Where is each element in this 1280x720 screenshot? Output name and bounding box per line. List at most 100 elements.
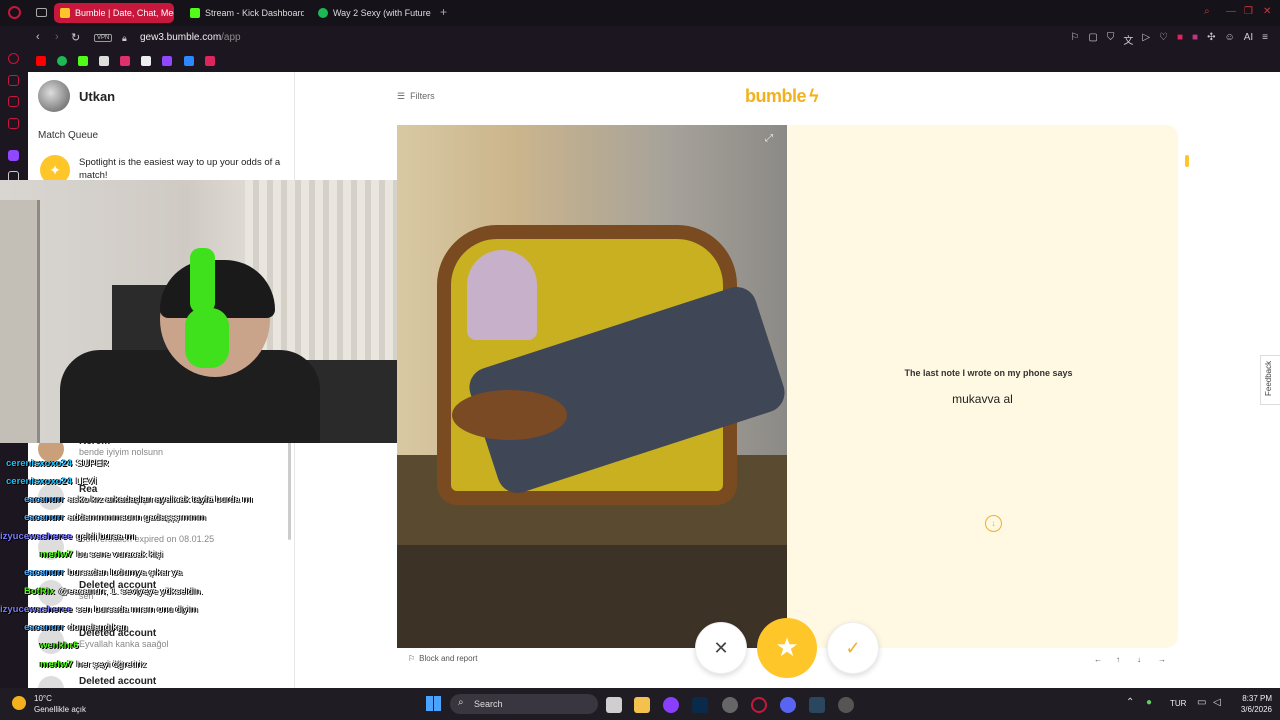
discord-icon[interactable] bbox=[780, 697, 796, 713]
bumble-favicon-icon bbox=[60, 8, 70, 18]
tab-label: Bumble | Date, Chat, Meet bbox=[75, 8, 174, 18]
start-icon[interactable] bbox=[426, 696, 441, 711]
volume-icon[interactable]: ◁ bbox=[1213, 697, 1221, 708]
reload-icon[interactable]: ↻ bbox=[71, 31, 80, 44]
minimize-icon[interactable]: — bbox=[1226, 6, 1236, 17]
username[interactable]: Utkan bbox=[79, 89, 115, 104]
chat-username: cerenisxoxo24 bbox=[6, 476, 73, 487]
bookmark-icon[interactable]: ⚐ bbox=[1070, 32, 1079, 47]
tiktok-icon[interactable] bbox=[141, 56, 151, 66]
chrome-icon[interactable] bbox=[722, 697, 738, 713]
ai-button[interactable]: AI bbox=[1244, 32, 1253, 47]
mic-icon[interactable]: ● bbox=[1146, 697, 1152, 708]
filters-button[interactable]: ☰ Filters bbox=[397, 91, 435, 102]
app-icon[interactable] bbox=[663, 697, 679, 713]
translate-icon[interactable]: 文 bbox=[1123, 32, 1133, 47]
photoshop-icon[interactable] bbox=[692, 697, 708, 713]
obs-icon[interactable] bbox=[838, 697, 854, 713]
taskbar-search[interactable]: ⌕ Search bbox=[450, 694, 598, 714]
avatar[interactable] bbox=[38, 80, 70, 112]
superswipe-button[interactable]: ★ bbox=[757, 618, 817, 678]
profile-photo[interactable]: ⤢ bbox=[397, 125, 787, 648]
vpn-badge[interactable]: VPN bbox=[94, 34, 113, 42]
bumble-logo[interactable]: bumble ϟ bbox=[745, 86, 819, 107]
profile-icon[interactable]: ☺ bbox=[1224, 32, 1234, 47]
spotify-favicon-icon bbox=[318, 8, 328, 18]
tab-list-icon[interactable] bbox=[36, 8, 47, 17]
photo-table bbox=[452, 390, 567, 440]
messenger-icon[interactable] bbox=[184, 56, 194, 66]
weather-desc: Genellikle açık bbox=[34, 705, 87, 714]
chat-message: izyucewasheree sen bursada mısın onu diyi… bbox=[0, 604, 198, 615]
expand-icon[interactable]: ⤢ bbox=[765, 133, 773, 144]
tab-label: Stream - Kick Dashboard bbox=[205, 8, 304, 18]
messenger-sidebar-icon[interactable] bbox=[8, 96, 19, 107]
instagram-sidebar-icon[interactable] bbox=[8, 118, 19, 129]
pass-button[interactable]: ✕ bbox=[695, 622, 747, 674]
address-bar: ‹ › ↻ VPN 🔒︎ gew3.bumble.com/app ⚐ ▢ ⛉ 文… bbox=[0, 26, 1280, 50]
chat-message: eacanurr asko kız arkadaşları ayalicak ta… bbox=[24, 494, 253, 505]
block-report-button[interactable]: ⚐ Block and report bbox=[408, 654, 477, 663]
heart-icon[interactable]: ♡ bbox=[1159, 32, 1168, 47]
url-domain: gew3.bumble.com bbox=[140, 32, 222, 43]
aria-icon[interactable] bbox=[8, 53, 19, 64]
tab-bumble[interactable]: Bumble | Date, Chat, Meet bbox=[54, 3, 174, 23]
explorer-icon[interactable] bbox=[634, 697, 650, 713]
chat-message: cerenisxoxo24 SUPER bbox=[6, 458, 109, 469]
prompt-answer: mukavva al bbox=[952, 392, 1013, 406]
new-tab-icon[interactable]: + bbox=[440, 5, 447, 19]
tab-spotify[interactable]: Way 2 Sexy (with Future & bbox=[312, 3, 432, 23]
weather-widget[interactable]: 10°C Genellikle açık bbox=[34, 693, 86, 715]
kick-icon[interactable] bbox=[78, 56, 88, 66]
clock[interactable]: 8:37 PM 3/6/2026 bbox=[1234, 693, 1272, 715]
menu-icon[interactable]: ≡ bbox=[1262, 32, 1268, 47]
sidebar-app-icon[interactable] bbox=[8, 75, 19, 86]
profile-scroll-indicator bbox=[1185, 155, 1189, 167]
twitch-icon[interactable] bbox=[162, 56, 172, 66]
x-icon[interactable] bbox=[99, 56, 109, 66]
chat-text: LEVİ bbox=[76, 476, 97, 487]
spotify-icon[interactable] bbox=[57, 56, 67, 66]
youtube-icon[interactable] bbox=[36, 56, 46, 66]
chat-username: wenkhr6 bbox=[40, 640, 79, 651]
app-icon[interactable] bbox=[205, 56, 215, 66]
close-window-icon[interactable]: ✕ bbox=[1263, 6, 1271, 17]
extension-icon[interactable]: ■ bbox=[1192, 32, 1198, 47]
language-indicator[interactable]: TUR bbox=[1170, 699, 1186, 708]
opera-logo-icon[interactable] bbox=[8, 6, 21, 19]
shield-icon[interactable]: ⛉ bbox=[1107, 32, 1115, 47]
feedback-tab[interactable]: Feedback bbox=[1260, 355, 1280, 405]
url-field[interactable]: gew3.bumble.com/app bbox=[140, 32, 241, 43]
instagram-icon[interactable] bbox=[120, 56, 130, 66]
puzzle-icon[interactable]: ✣ bbox=[1207, 32, 1215, 47]
network-icon[interactable]: ▭ bbox=[1197, 697, 1206, 708]
tray-chevron-icon[interactable]: ⌃ bbox=[1126, 697, 1134, 708]
filters-icon: ☰ bbox=[397, 91, 406, 101]
scroll-down-icon[interactable]: ↓ bbox=[985, 515, 1002, 532]
search-tabs-icon[interactable]: ⌕ bbox=[1204, 6, 1210, 17]
lock-icon: 🔒︎ bbox=[122, 33, 127, 43]
snapshot-icon[interactable]: ▢ bbox=[1088, 32, 1097, 47]
twitch-sidebar-icon[interactable] bbox=[8, 150, 19, 161]
filters-label: Filters bbox=[410, 91, 435, 101]
weather-icon[interactable] bbox=[12, 696, 26, 710]
chat-username: merlw7 bbox=[40, 549, 73, 560]
chat-message: BotRix @eacanurr, 1. seviyeye yükseldin. bbox=[24, 586, 203, 597]
forward-icon[interactable]: › bbox=[55, 31, 59, 43]
chat-text: domalandıkan bbox=[68, 622, 128, 633]
maximize-icon[interactable]: ❐ bbox=[1244, 6, 1253, 17]
back-icon[interactable]: ‹ bbox=[36, 31, 40, 43]
key-right-hint: → bbox=[1158, 655, 1166, 664]
steam-icon[interactable] bbox=[809, 697, 825, 713]
adblock-icon[interactable]: ■ bbox=[1177, 32, 1183, 47]
spotlight-text[interactable]: Spotlight is the easiest way to up your … bbox=[79, 156, 284, 182]
tab-kick[interactable]: Stream - Kick Dashboard bbox=[184, 3, 304, 23]
bolt-icon: ϟ bbox=[809, 86, 819, 106]
taskview-icon[interactable] bbox=[606, 697, 622, 713]
opera-taskbar-icon[interactable] bbox=[751, 697, 767, 713]
chat-overlay: cerenisxoxo24 SUPER cerenisxoxo24 LEVİ eac… bbox=[0, 455, 300, 685]
like-button[interactable]: ✓ bbox=[827, 622, 879, 674]
chat-message: merlw7 bu sene vuracak kişi bbox=[40, 549, 163, 560]
profile-info-card bbox=[787, 125, 1178, 648]
play-icon[interactable]: ▷ bbox=[1142, 32, 1150, 47]
